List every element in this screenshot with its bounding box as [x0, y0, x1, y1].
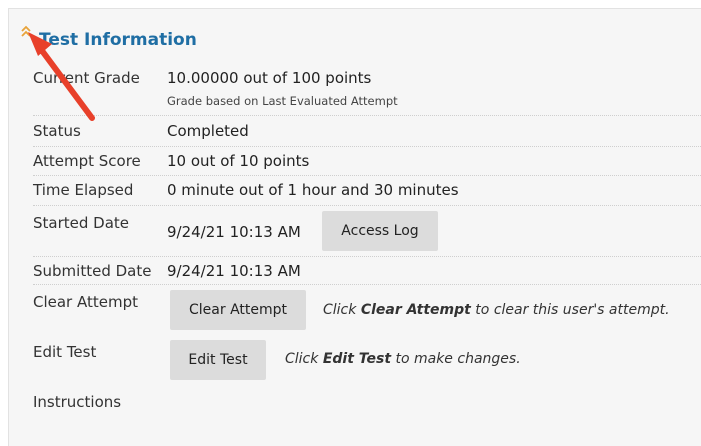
- value-current-grade: 10.00000 out of 100 points: [167, 69, 372, 87]
- value-submitted-date: 9/24/21 10:13 AM: [167, 262, 301, 280]
- row-current-grade: Current Grade 10.00000 out of 100 points…: [33, 66, 701, 116]
- label-submitted-date: Submitted Date: [33, 262, 152, 280]
- edit-test-hint-pre: Click: [285, 351, 323, 367]
- clear-attempt-button[interactable]: Clear Attempt: [170, 290, 306, 330]
- edit-test-hint-bold: Edit Test: [322, 351, 392, 367]
- label-current-grade: Current Grade: [33, 69, 140, 87]
- edit-test-button[interactable]: Edit Test: [170, 340, 266, 380]
- value-time-elapsed: 0 minute out of 1 hour and 30 minutes: [167, 181, 459, 199]
- clear-attempt-hint-pre: Click: [323, 302, 361, 318]
- row-clear-attempt: Clear Attempt Clear Attempt Click Clear …: [33, 285, 701, 333]
- double-chevron-up-icon[interactable]: [21, 25, 31, 39]
- row-time-elapsed: Time Elapsed 0 minute out of 1 hour and …: [33, 176, 701, 206]
- label-clear-attempt: Clear Attempt: [33, 293, 138, 311]
- edit-test-hint: Click Edit Test to make changes.: [285, 351, 521, 367]
- row-status: Status Completed: [33, 116, 701, 147]
- note-current-grade: Grade based on Last Evaluated Attempt: [167, 94, 398, 108]
- label-edit-test: Edit Test: [33, 343, 97, 361]
- label-attempt-score: Attempt Score: [33, 152, 141, 170]
- label-instructions: Instructions: [33, 393, 122, 411]
- value-started-date: 9/24/21 10:13 AM: [167, 223, 301, 241]
- row-submitted-date: Submitted Date 9/24/21 10:13 AM: [33, 257, 701, 285]
- label-status: Status: [33, 122, 81, 140]
- label-time-elapsed: Time Elapsed: [33, 181, 134, 199]
- value-status: Completed: [167, 122, 249, 140]
- row-attempt-score: Attempt Score 10 out of 10 points: [33, 147, 701, 176]
- row-instructions: Instructions: [33, 385, 701, 415]
- section-title[interactable]: Test Information: [39, 30, 197, 50]
- value-attempt-score: 10 out of 10 points: [167, 152, 310, 170]
- edit-test-hint-post: to make changes.: [391, 351, 521, 367]
- access-log-button[interactable]: Access Log: [322, 211, 438, 251]
- row-edit-test: Edit Test Edit Test Click Edit Test to m…: [33, 336, 701, 384]
- clear-attempt-hint: Click Clear Attempt to clear this user's…: [323, 302, 670, 318]
- label-started-date: Started Date: [33, 214, 130, 232]
- clear-attempt-hint-bold: Clear Attempt: [360, 302, 471, 318]
- clear-attempt-hint-post: to clear this user's attempt.: [470, 302, 670, 318]
- row-started-date: Started Date 9/24/21 10:13 AM Access Log: [33, 206, 701, 257]
